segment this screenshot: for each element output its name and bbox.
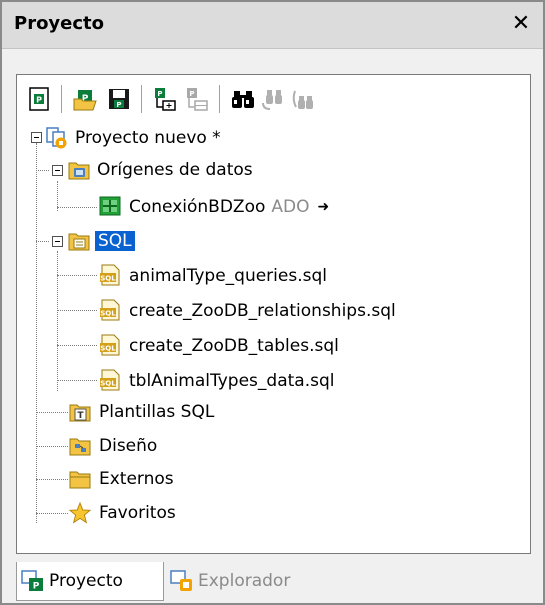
explorer-tab-icon [170,570,192,591]
tree-line [57,251,58,391]
tree-line [36,513,68,514]
tree-item-sql-file[interactable]: create_ZooDB_relationships.sql [129,296,396,326]
svg-text:SQL: SQL [100,345,116,353]
external-label: Externos [99,469,174,489]
project-tree: Proyecto nuevo * Orígenes de datos Conex… [17,121,530,551]
folder-icon [69,471,91,489]
sql-file-icon: SQL [100,299,120,321]
datasources-label: Orígenes de datos [97,160,253,180]
sql-file-label: create_ZooDB_tables.sql [129,336,339,356]
design-folder-icon [69,438,91,456]
tab-project[interactable]: P Proyecto [16,562,164,601]
project-tab-icon: P [21,570,43,592]
tab-explorer-label: Explorador [198,571,291,591]
new-project-icon[interactable]: P [27,87,51,111]
template-folder-icon: T [69,404,91,422]
tree-line [36,143,37,523]
project-root-icon [46,127,67,149]
tree-line [36,479,68,480]
tree-item-external[interactable]: Externos [99,464,174,494]
favorites-label: Favoritos [99,503,176,523]
project-root-label: Proyecto nuevo * [75,128,221,148]
panel-title: Proyecto [14,13,105,34]
replace-icon[interactable] [291,87,315,111]
sql-file-icon: SQL [100,264,120,286]
svg-text:SQL: SQL [100,310,116,318]
tree-item-favorites[interactable]: Favoritos [99,498,176,528]
tree-line [57,275,97,276]
sql-file-label: tblAnimalTypes_data.sql [129,371,335,391]
tree-line [36,170,49,171]
project-tree-area: P P P P P Proyecto nuevo * Orígenes de d… [16,74,531,554]
connection-type: ADO [271,197,310,217]
panel-tabs: P Proyecto Explorador [16,562,536,602]
sql-file-label: animalType_queries.sql [129,266,327,286]
open-project-icon[interactable]: P [73,87,97,111]
tree-item-project-root[interactable]: Proyecto nuevo * [75,123,221,153]
find-icon[interactable] [231,87,255,111]
collapse-toggle[interactable] [31,132,42,143]
tree-line [36,241,49,242]
toolbar-separator [61,85,62,113]
database-connection-icon [99,196,121,216]
tree-line [57,310,97,311]
connection-name: ConexiónBDZoo [129,197,266,217]
datasource-folder-icon [68,162,90,180]
tree-item-sql-folder[interactable]: SQL [95,226,135,256]
sql-folder-icon [68,233,90,251]
sql-file-icon: SQL [100,369,120,391]
tree-item-sql-file[interactable]: tblAnimalTypes_data.sql [129,366,334,396]
star-icon [69,502,91,524]
tab-explorer[interactable]: Explorador [166,562,336,600]
toolbar-separator [141,85,142,113]
svg-text:SQL: SQL [100,380,116,388]
sql-file-icon: SQL [100,334,120,356]
design-label: Diseño [99,436,158,456]
toolbar-separator [219,85,220,113]
project-toolbar: P P P P P [17,75,530,121]
svg-text:P: P [33,582,40,592]
tree-line [36,446,68,447]
collapse-toggle[interactable] [52,165,63,176]
add-folder-icon[interactable]: P [185,87,209,111]
tab-project-label: Proyecto [49,571,123,591]
add-to-project-icon[interactable]: P [153,87,177,111]
tree-item-connection[interactable]: ConexiónBDZoo ADO ➜ [129,192,329,222]
svg-text:T: T [77,411,84,421]
tree-item-datasources[interactable]: Orígenes de datos [97,155,253,185]
svg-text:P: P [116,101,121,109]
svg-text:SQL: SQL [100,275,116,283]
save-project-icon[interactable]: P [107,87,131,111]
collapse-toggle[interactable] [52,236,63,247]
tree-line [36,412,68,413]
panel-titlebar: Proyecto ✕ [2,2,543,49]
tree-line [57,345,97,346]
find-next-icon[interactable] [261,87,285,111]
svg-text:P: P [157,90,162,98]
project-panel: Proyecto ✕ P P P P P Proyecto nuevo * Or… [0,0,545,605]
sql-templates-label: Plantillas SQL [99,402,215,422]
tree-line [57,207,97,208]
arrow-right-icon[interactable]: ➜ [317,199,329,215]
svg-text:P: P [189,90,194,98]
sql-folder-label: SQL [95,231,135,251]
tree-item-sql-templates[interactable]: Plantillas SQL [99,397,214,427]
tree-item-sql-file[interactable]: create_ZooDB_tables.sql [129,331,339,361]
sql-file-label: create_ZooDB_relationships.sql [129,301,396,321]
tree-item-design[interactable]: Diseño [99,431,157,461]
svg-text:P: P [36,96,42,105]
tree-item-sql-file[interactable]: animalType_queries.sql [129,261,327,291]
tree-line [57,380,97,381]
close-icon[interactable]: ✕ [507,10,535,38]
